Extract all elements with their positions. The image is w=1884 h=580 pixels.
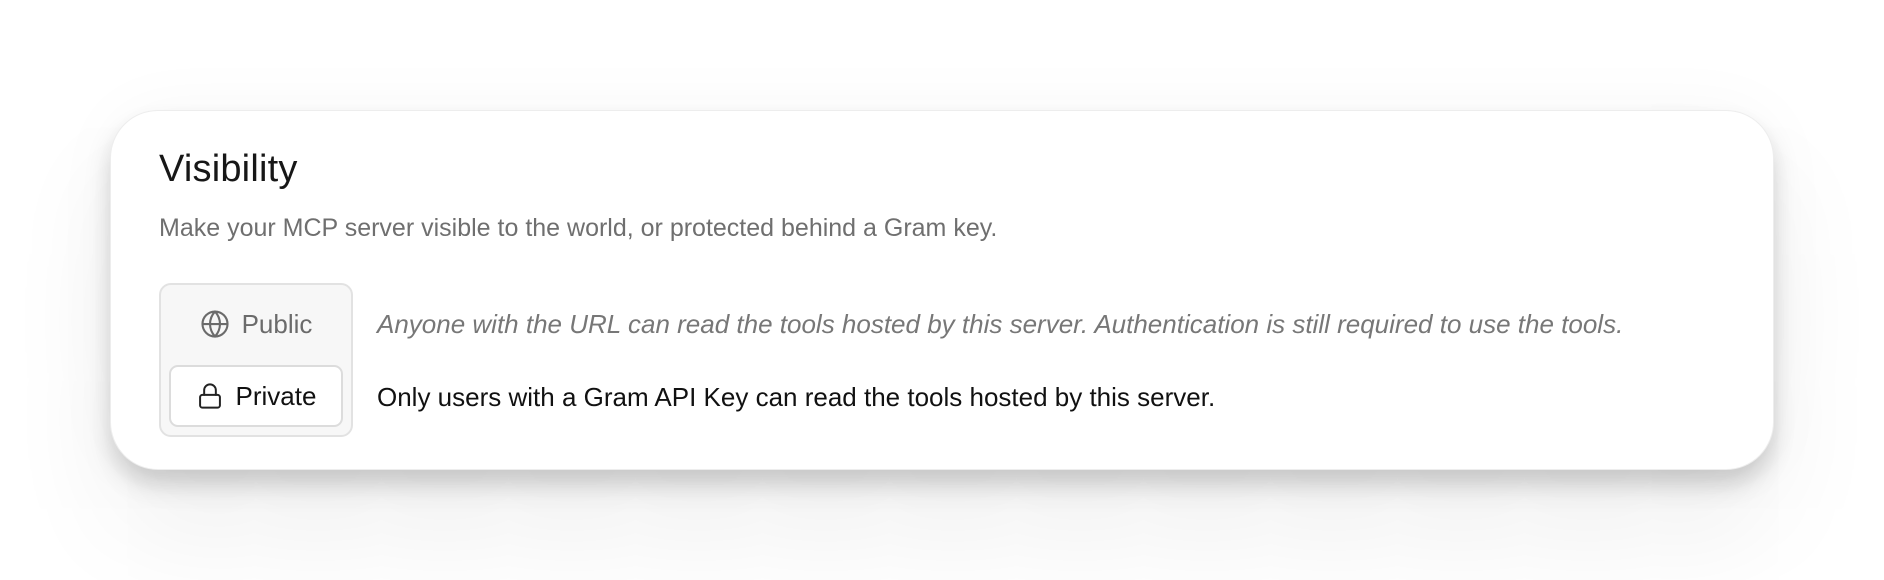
visibility-toggle-group: Public Private: [159, 283, 353, 437]
public-option-label: Public: [241, 308, 313, 339]
card-title: Visibility: [159, 148, 298, 190]
public-option-button[interactable]: Public: [169, 293, 343, 355]
card-subtitle: Make your MCP server visible to the worl…: [159, 214, 998, 242]
private-option-label: Private: [235, 380, 317, 411]
globe-icon: [200, 309, 230, 339]
private-option-description: Only users with a Gram API Key can read …: [377, 382, 1216, 412]
page-background: Visibility Make your MCP server visible …: [0, 0, 1884, 580]
visibility-card: Visibility Make your MCP server visible …: [110, 110, 1774, 470]
lock-icon: [196, 381, 224, 411]
public-option-description: Anyone with the URL can read the tools h…: [377, 309, 1624, 339]
private-option-button[interactable]: Private: [169, 365, 343, 427]
